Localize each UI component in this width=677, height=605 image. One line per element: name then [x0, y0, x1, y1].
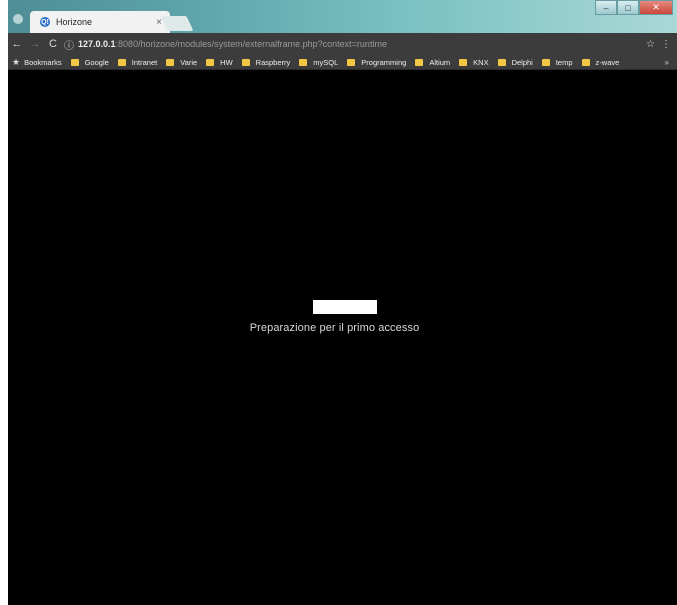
bookmark-label: KNX	[473, 57, 489, 67]
folder-icon	[541, 58, 550, 66]
reload-button[interactable]: C	[44, 35, 62, 53]
close-window-button[interactable]: ✕	[639, 0, 673, 15]
bookmark-bookmarks[interactable]: Bookmarks	[24, 58, 62, 67]
bookmark-label: Programming	[361, 57, 407, 67]
folder-icon	[497, 58, 506, 66]
page-content	[8, 70, 677, 605]
bookmarks-bar: ★ Bookmarks Google Intranet Varie HW Ras…	[8, 55, 677, 70]
folder-icon	[206, 58, 215, 66]
browser-window: Q! Horizone × – □ ✕ ← → C ⓘ 127.0.0.1 :8…	[8, 0, 677, 605]
folder-icon	[166, 58, 175, 66]
bookmark-label: z-wave	[595, 57, 620, 67]
back-button[interactable]: ←	[8, 35, 26, 53]
info-icon[interactable]: ⓘ	[64, 37, 74, 52]
bookmark-intranet[interactable]: Intranet	[117, 57, 158, 67]
url-path: :8080/horizone/modules/system/externalfr…	[115, 39, 387, 49]
menu-icon[interactable]: ⋮	[661, 39, 671, 50]
bookmark-label: Google	[84, 57, 109, 67]
folder-icon	[415, 58, 424, 66]
bookmark-mysql[interactable]: mySQL	[299, 58, 338, 67]
favicon-icon: Q!	[40, 17, 50, 27]
bookmark-label: Bookmarks	[24, 57, 62, 67]
folder-icon	[70, 58, 79, 66]
folder-icon	[299, 58, 308, 66]
bookmark-label: Raspberry	[255, 57, 291, 67]
bookmark-knx[interactable]: KNX	[459, 57, 489, 67]
folder-icon	[117, 58, 126, 66]
bookmark-star-icon[interactable]: ☆	[646, 39, 655, 50]
maximize-button[interactable]: □	[617, 0, 639, 15]
more-bookmarks-icon[interactable]: »	[665, 58, 669, 67]
folder-icon	[459, 58, 468, 66]
bookmark-delphi[interactable]: Delphi	[497, 57, 533, 67]
bookmark-google[interactable]: Google	[70, 57, 109, 67]
title-bar: Q! Horizone × – □ ✕	[8, 0, 677, 33]
bookmarks-star-icon: ★	[12, 56, 21, 67]
window-controls: – □ ✕	[595, 0, 673, 15]
tab-title: Horizone	[56, 17, 93, 27]
bookmark-label: Varie	[180, 57, 198, 67]
bookmark-hw[interactable]: HW	[206, 58, 233, 67]
bookmark-programming[interactable]: Programming	[347, 58, 406, 67]
bookmark-z-wave[interactable]: z-wave	[581, 57, 620, 67]
bookmark-label: HW	[220, 57, 233, 67]
forward-button[interactable]: →	[26, 35, 44, 53]
loading-message: Preparazione per il primo accesso	[249, 322, 420, 334]
folder-icon	[241, 58, 250, 66]
bookmark-raspberry[interactable]: Raspberry	[241, 57, 291, 67]
loading-bar	[313, 300, 377, 314]
bookmark-altium[interactable]: Altium	[415, 58, 450, 67]
bookmark-label: Intranet	[131, 57, 158, 67]
bookmark-varie[interactable]: Varie	[166, 58, 197, 67]
minimize-button[interactable]: –	[595, 0, 617, 15]
url-host: 127.0.0.1	[78, 39, 116, 49]
user-profile-icon[interactable]	[13, 14, 23, 24]
bookmark-label: mySQL	[313, 57, 339, 67]
tab-horizone[interactable]: Q! Horizone ×	[30, 11, 170, 33]
bookmark-temp[interactable]: temp	[541, 57, 573, 67]
bookmark-label: Delphi	[511, 57, 533, 67]
bookmark-label: Altium	[429, 57, 451, 67]
folder-icon	[581, 58, 590, 66]
folder-icon	[347, 58, 356, 66]
navigation-toolbar: ← → C ⓘ 127.0.0.1 :8080/horizone/modules…	[8, 33, 677, 55]
bookmark-label: temp	[555, 57, 573, 67]
address-bar[interactable]: ⓘ 127.0.0.1 :8080/horizone/modules/syste…	[64, 35, 640, 53]
